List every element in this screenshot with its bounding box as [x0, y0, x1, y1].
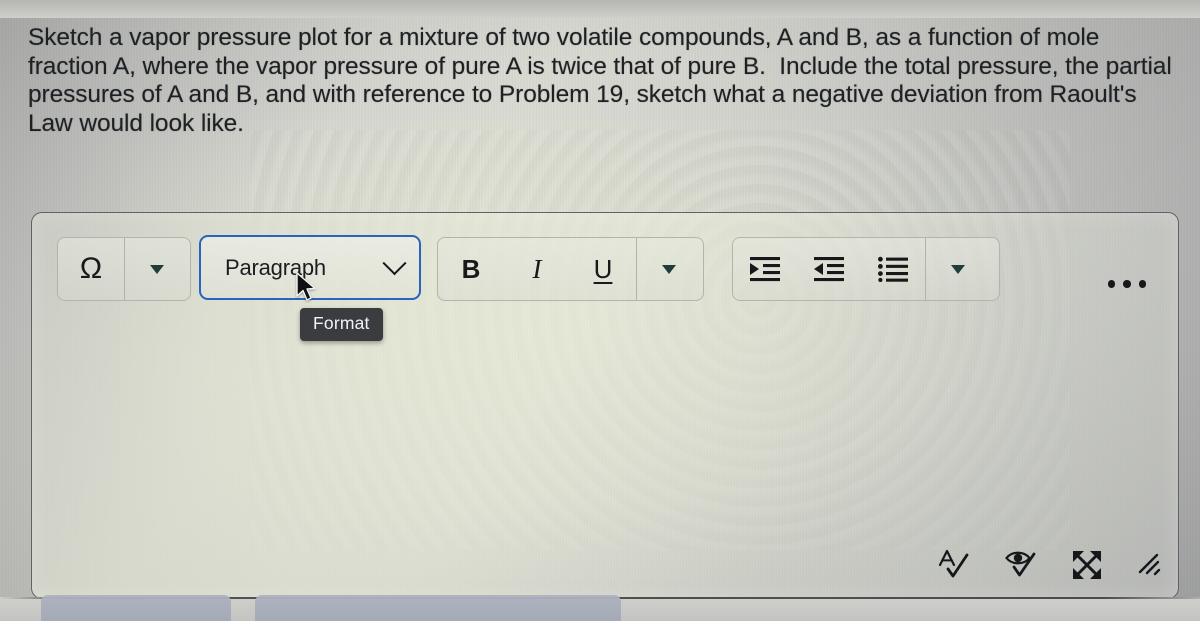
- caret-down-icon: [951, 264, 966, 274]
- question-text: Sketch a vapor pressure plot for a mixtu…: [28, 24, 1179, 137]
- indent-decrease-icon: [814, 257, 844, 282]
- underline-button[interactable]: U: [570, 238, 636, 300]
- text-style-group: B I U: [437, 237, 704, 301]
- editor-status-bar: [936, 548, 1164, 582]
- bold-button[interactable]: B: [438, 238, 504, 300]
- ellipsis-icon: [1138, 280, 1147, 288]
- rich-text-editor-panel: Ω Paragraph B I U Format: [31, 212, 1179, 599]
- resize-handle[interactable]: [1136, 551, 1164, 579]
- omega-icon[interactable]: Ω: [58, 238, 124, 300]
- increase-indent-button[interactable]: [733, 238, 797, 300]
- bulleted-list-icon: [878, 256, 908, 282]
- indent-increase-icon: [750, 257, 780, 282]
- bottom-chip-right[interactable]: [255, 595, 621, 621]
- accessibility-check-button[interactable]: [1004, 548, 1038, 582]
- ellipsis-icon: [1107, 280, 1116, 288]
- eye-check-icon: [1005, 551, 1036, 577]
- expand-arrows-icon: [1073, 551, 1101, 579]
- overflow-menu-button[interactable]: [1105, 271, 1149, 297]
- list-dropdown-button[interactable]: [926, 238, 990, 300]
- screenshot-root: Sketch a vapor pressure plot for a mixtu…: [0, 0, 1200, 621]
- editor-content-area[interactable]: [42, 325, 1168, 545]
- format-select-value: Paragraph: [225, 254, 326, 280]
- bottom-chip-left[interactable]: [41, 595, 231, 621]
- caret-down-icon: [150, 264, 165, 274]
- special-character-dropdown-button[interactable]: [125, 238, 189, 300]
- bulleted-list-button[interactable]: [861, 238, 925, 300]
- italic-button[interactable]: I: [504, 238, 570, 300]
- list-and-indent-group: [732, 237, 1000, 301]
- format-select[interactable]: Paragraph: [199, 235, 421, 300]
- special-character-group: Ω: [57, 237, 191, 301]
- chevron-down-icon: [382, 251, 407, 276]
- editor-toolbar: Ω Paragraph B I U Format: [32, 213, 1178, 341]
- caret-down-icon: [662, 264, 677, 274]
- fullscreen-expand-button[interactable]: [1072, 550, 1102, 580]
- decrease-indent-button[interactable]: [797, 238, 861, 300]
- a-check-icon: [938, 549, 969, 578]
- spell-check-button[interactable]: [936, 548, 970, 582]
- resize-grip-icon: [1138, 553, 1161, 576]
- text-style-dropdown-button[interactable]: [637, 238, 701, 300]
- ellipsis-icon: [1123, 280, 1131, 288]
